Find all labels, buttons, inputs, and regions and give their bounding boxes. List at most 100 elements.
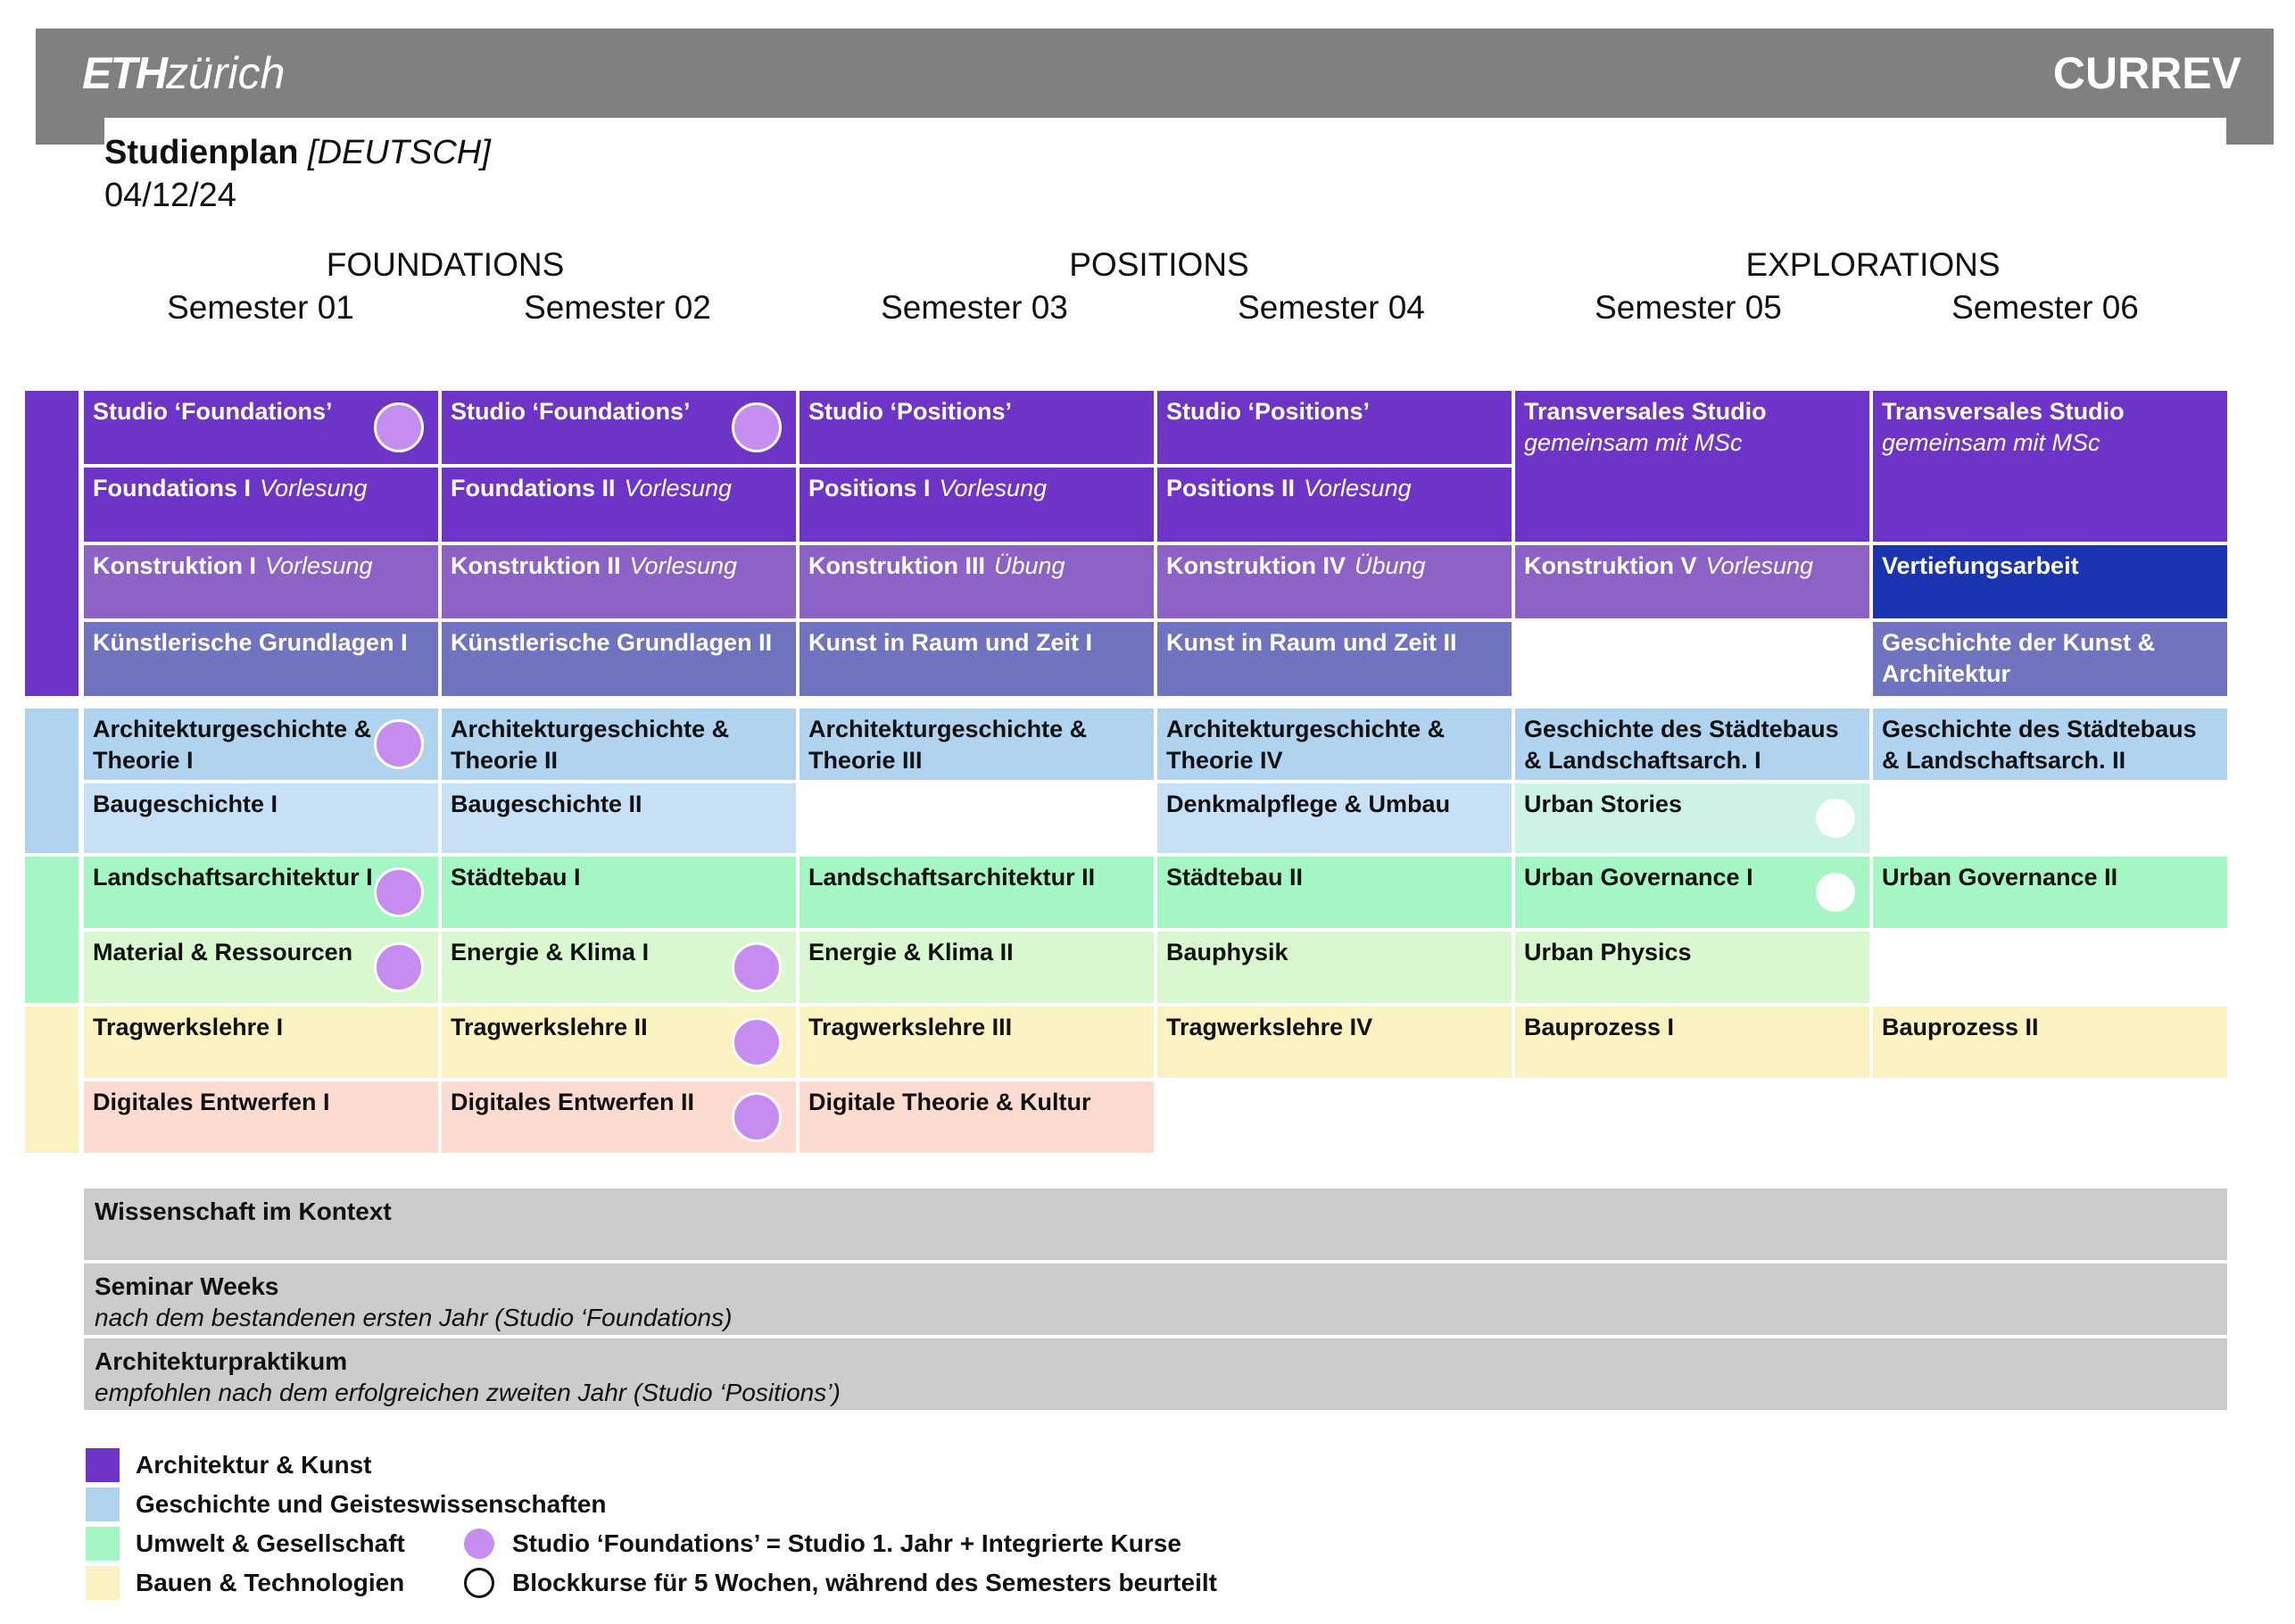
course-title: Positions II <box>1166 475 1296 501</box>
course-title: Tragwerkslehre I <box>93 1014 284 1040</box>
course-type: Vorlesung <box>259 475 368 501</box>
legend-swatch <box>86 1448 120 1482</box>
semester-heading: Semester 02 <box>524 289 711 326</box>
course-title: Künstlerische Grundlagen I <box>93 629 408 656</box>
course-title: Baugeschichte I <box>93 791 278 817</box>
course-title: Geschichte des Städtebaus & Landschaftsa… <box>1882 716 2197 774</box>
course-title: Urban Stories <box>1524 791 1683 817</box>
eth-zurich-logo: ETHzürich <box>82 48 286 98</box>
semester-heading: Semester 04 <box>1238 289 1425 326</box>
context-bar: Architekturpraktikum empfohlen nach dem … <box>84 1338 2227 1410</box>
course-title: Konstruktion IV <box>1166 552 1346 579</box>
studio-foundations-dot-icon <box>374 867 424 917</box>
course-type: Vorlesung <box>1705 552 1814 579</box>
course-title: Urban Physics <box>1524 939 1692 965</box>
studio-foundations-dot-icon <box>732 1017 782 1067</box>
course-cell: Geschichte der Kunst & Architektur <box>1873 622 2227 696</box>
context-bar: Seminar Weeks nach dem bestandenen erste… <box>84 1264 2227 1335</box>
course-title: Studio ‘Positions’ <box>808 398 1012 425</box>
course-title: Geschichte der Kunst & Architektur <box>1882 629 2156 687</box>
course-title: Positions I <box>808 475 931 501</box>
legend-label: Blockkurse für 5 Wochen, während des Sem… <box>512 1569 1217 1596</box>
course-title: Digitale Theorie & Kultur <box>808 1089 1091 1115</box>
course-title: Architekturgeschichte & Theorie II <box>451 716 730 774</box>
course-cell: Geschichte des Städtebaus & Landschaftsa… <box>1515 708 1869 780</box>
course-title: Konstruktion III <box>808 552 985 579</box>
context-bar-title: Wissenschaft im Kontext <box>95 1197 392 1225</box>
course-cell: Kunst in Raum und Zeit II <box>1157 622 1512 696</box>
course-cell: Vertiefungsarbeit <box>1873 545 2227 618</box>
legend-label: Umwelt & Gesellschaft <box>136 1529 405 1557</box>
course-title: Urban Governance I <box>1524 864 1753 891</box>
course-title: Studio ‘Foundations’ <box>93 398 333 425</box>
legend-filled-dot-icon <box>464 1529 494 1559</box>
header-bar <box>36 29 2274 118</box>
course-title: Transversales Studio <box>1882 398 2125 425</box>
document-date: 04/12/24 <box>104 177 236 214</box>
course-title: Material & Ressourcen <box>93 939 353 965</box>
course-title: Künstlerische Grundlagen II <box>451 629 773 656</box>
course-cell: Architekturgeschichte & Theorie III <box>800 708 1154 780</box>
course-cell: Denkmalpflege & Umbau <box>1157 783 1512 853</box>
document-title: Studienplan [DEUTSCH] <box>104 131 491 174</box>
legend-label: Studio ‘Foundations’ = Studio 1. Jahr + … <box>512 1529 1181 1557</box>
legend-swatch <box>86 1566 120 1600</box>
course-cell: Transversales Studio gemeinsam mit MSc <box>1873 391 2227 542</box>
course-type: Vorlesung <box>624 475 733 501</box>
course-cell: Architekturgeschichte & Theorie II <box>442 708 796 780</box>
course-cell: Konstruktion V Vorlesung <box>1515 545 1869 618</box>
course-title: Städtebau II <box>1166 864 1304 891</box>
course-cell: Bauprozess II <box>1873 1007 2227 1078</box>
header-bar-tab-left <box>36 116 104 145</box>
course-title: Digitales Entwerfen II <box>451 1089 695 1115</box>
course-cell: Digitale Theorie & Kultur <box>800 1081 1154 1153</box>
course-cell: Studio ‘Positions’ <box>1157 391 1512 464</box>
document-title-main: Studienplan <box>104 134 299 171</box>
course-title: Architekturgeschichte & Theorie IV <box>1166 716 1446 774</box>
legend-label: Geschichte und Geisteswissenschaften <box>136 1490 607 1518</box>
course-cell: Energie & Klima II <box>800 932 1154 1003</box>
blockkurs-dot-icon <box>1816 873 1855 912</box>
course-type: Übung <box>1355 552 1426 579</box>
category-stripe-architektur <box>25 391 79 696</box>
studio-foundations-dot-icon <box>732 1092 782 1142</box>
category-stripe-geschichte <box>25 708 79 853</box>
course-cell: Baugeschichte I <box>84 783 438 853</box>
course-cell: Bauphysik <box>1157 932 1512 1003</box>
brand-label: CURREV <box>2052 48 2241 98</box>
course-cell: Positions II Vorlesung <box>1157 468 1512 542</box>
course-cell: Transversales Studio gemeinsam mit MSc <box>1515 391 1869 542</box>
course-cell: Geschichte des Städtebaus & Landschaftsa… <box>1873 708 2227 780</box>
course-cell: Konstruktion IV Übung <box>1157 545 1512 618</box>
course-title: Tragwerkslehre IV <box>1166 1014 1373 1040</box>
course-cell: Urban Governance II <box>1873 857 2227 928</box>
course-cell: Positions I Vorlesung <box>800 468 1154 542</box>
course-cell: Digitales Entwerfen I <box>84 1081 438 1153</box>
course-title: Konstruktion I <box>93 552 256 579</box>
phase-heading: POSITIONS <box>1069 246 1249 283</box>
course-title: Energie & Klima I <box>451 939 650 965</box>
course-title: Studio ‘Foundations’ <box>451 398 691 425</box>
semester-heading: Semester 01 <box>167 289 354 326</box>
studio-foundations-dot-icon <box>374 402 424 452</box>
course-title: Kunst in Raum und Zeit I <box>808 629 1092 656</box>
course-title: Bauprozess II <box>1882 1014 2039 1040</box>
course-cell: Künstlerische Grundlagen II <box>442 622 796 696</box>
course-cell: Städtebau II <box>1157 857 1512 928</box>
category-stripe-umwelt <box>25 857 79 1003</box>
context-bar-subtitle: nach dem bestandenen ersten Jahr (Studio… <box>95 1304 733 1331</box>
course-type: Vorlesung <box>939 475 1048 501</box>
course-cell: Studio ‘Positions’ <box>800 391 1154 464</box>
category-stripe-bauen <box>25 1007 79 1153</box>
course-title: Geschichte des Städtebaus & Landschaftsa… <box>1524 716 1839 774</box>
course-cell: Tragwerkslehre I <box>84 1007 438 1078</box>
legend-swatch <box>86 1527 120 1561</box>
phase-heading: EXPLORATIONS <box>1745 246 2001 283</box>
course-title: Kunst in Raum und Zeit II <box>1166 629 1457 656</box>
course-title: Studio ‘Positions’ <box>1166 398 1370 425</box>
semester-heading: Semester 06 <box>1951 289 2139 326</box>
semester-heading: Semester 05 <box>1595 289 1782 326</box>
legend-swatch <box>86 1487 120 1521</box>
course-title: Landschaftsarchitektur I <box>93 864 373 891</box>
course-note: gemeinsam mit MSc <box>1882 429 2100 456</box>
